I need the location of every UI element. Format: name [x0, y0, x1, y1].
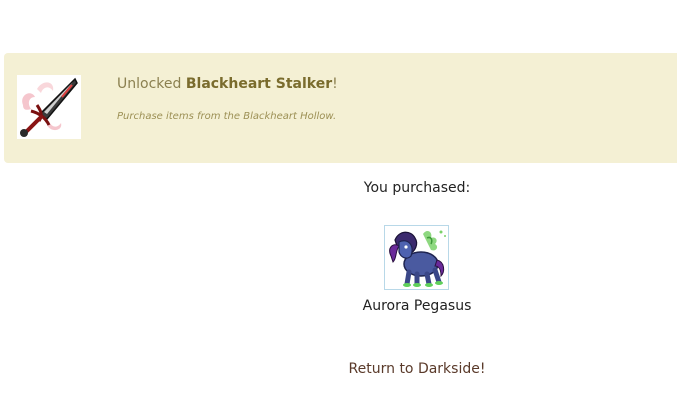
sword-badge-icon: [17, 75, 81, 139]
achievement-subtitle: Purchase items from the Blackheart Hollo…: [117, 111, 337, 122]
page: Unlocked Blackheart Stalker! Purchase it…: [0, 0, 677, 414]
achievement-name: Blackheart Stalker: [185, 76, 333, 92]
achievement-suffix: !: [332, 76, 338, 92]
purchased-label: You purchased:: [363, 180, 471, 196]
return-to-darkside-link[interactable]: Return to Darkside!: [0, 361, 677, 377]
achievement-banner: Unlocked Blackheart Stalker! Purchase it…: [4, 53, 677, 163]
pegasus-icon[interactable]: [384, 225, 449, 290]
achievement-title: Unlocked Blackheart Stalker!: [117, 76, 338, 92]
achievement-prefix: Unlocked: [117, 76, 186, 92]
item-name: Aurora Pegasus: [362, 298, 472, 314]
